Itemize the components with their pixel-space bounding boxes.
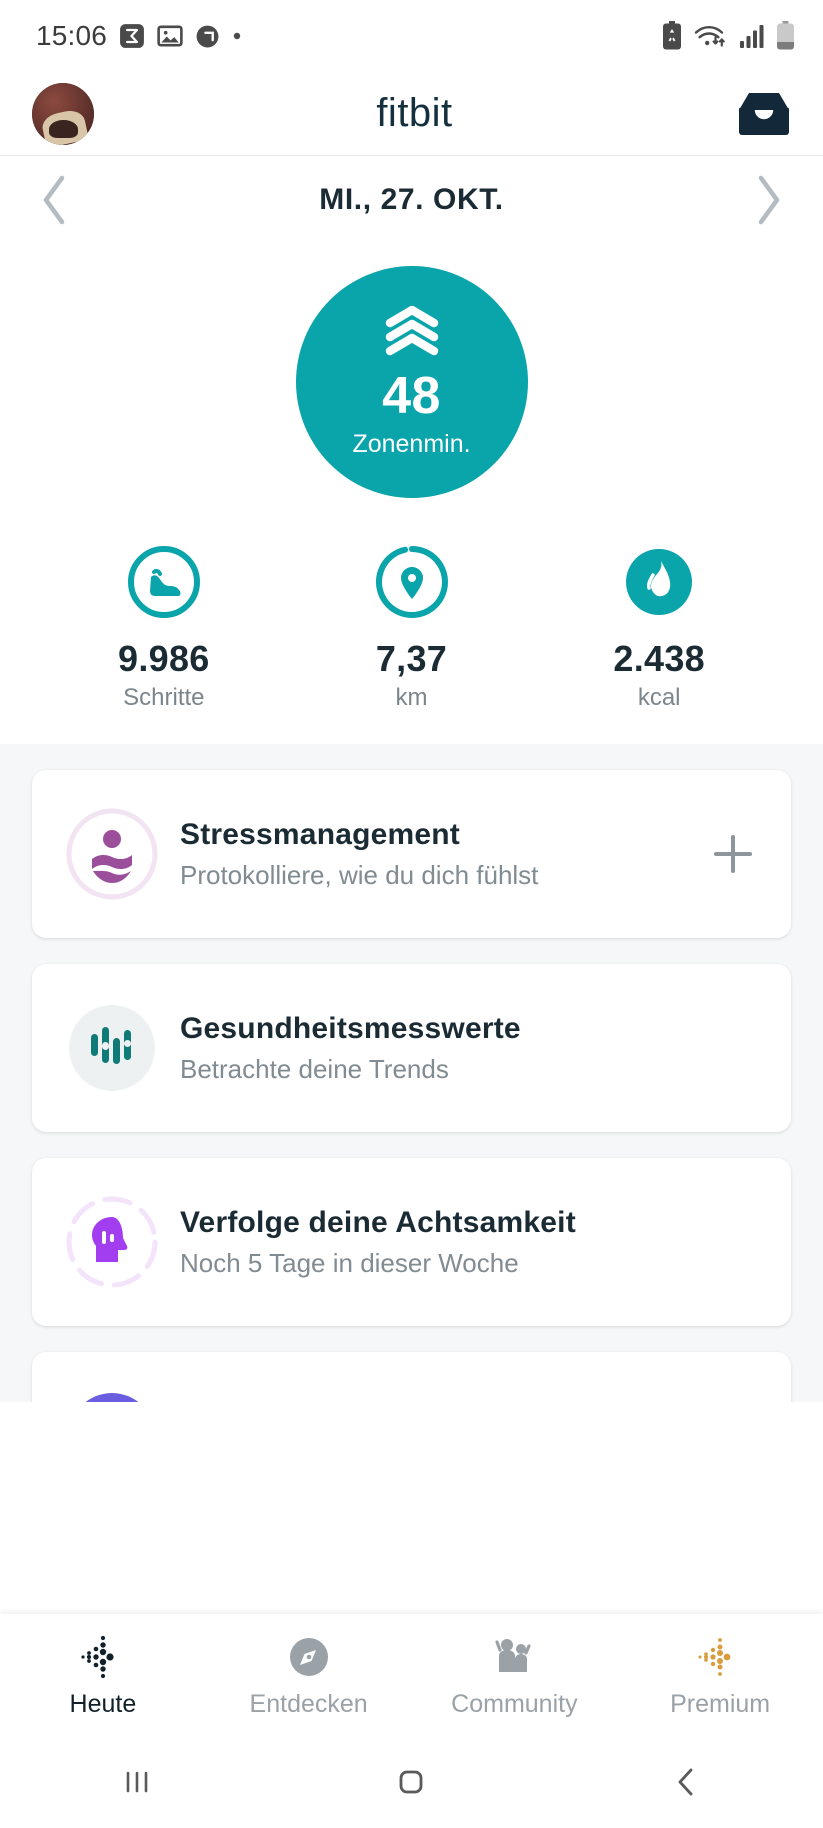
flame-icon	[619, 540, 699, 624]
shoe-icon	[124, 540, 204, 624]
card-title: Stressmanagement	[180, 817, 460, 851]
hero-section: 48 Zonenmin.	[0, 244, 823, 498]
page-title: fitbit	[376, 91, 453, 135]
active-zone-chevrons-icon	[385, 305, 438, 355]
tab-label: Heute	[69, 1689, 137, 1718]
current-date: MI., 27. OKT.	[319, 183, 504, 216]
signal-bars-icon	[740, 25, 764, 48]
mindfulness-head-icon	[58, 1188, 166, 1296]
inbox-icon[interactable]	[735, 90, 793, 138]
stat-value: 2.438	[613, 638, 705, 679]
stats-row: 9.986 Schritte 7,37 km 2.438 kcal	[0, 498, 823, 712]
dot-indicator-icon	[233, 32, 241, 40]
card-achtsamkeit[interactable]: Verfolge deine Achtsamkeit Noch 5 Tage i…	[32, 1158, 791, 1326]
sigma-notification-icon	[120, 24, 144, 48]
card-list: Stressmanagement Protokolliere, wie du d…	[0, 744, 823, 1402]
card-subtitle: Protokolliere, wie du dich fühlst	[180, 859, 539, 890]
card-stressmanagement[interactable]: Stressmanagement Protokolliere, wie du d…	[32, 770, 791, 938]
zone-minutes-circle[interactable]: 48 Zonenmin.	[295, 266, 528, 498]
stat-value: 9.986	[118, 638, 210, 679]
back-button[interactable]	[626, 1752, 746, 1812]
tab-community[interactable]: Community	[412, 1632, 618, 1719]
tab-premium[interactable]: Premium	[617, 1632, 823, 1719]
status-bar-right	[661, 21, 795, 51]
prev-day-button[interactable]	[40, 174, 70, 226]
stat-value: 7,37	[375, 638, 448, 679]
stat-steps[interactable]: 9.986 Schritte	[40, 540, 288, 712]
avatar-shape-2	[49, 119, 78, 139]
battery-saver-icon	[663, 21, 681, 50]
card-subtitle: Noch 5 Tage in dieser Woche	[180, 1247, 519, 1278]
status-time: 15:06	[36, 20, 108, 51]
compass-icon	[285, 1632, 333, 1682]
health-metrics-bars-icon	[58, 994, 166, 1102]
zone-minutes-value: 48	[382, 366, 441, 425]
tab-heute[interactable]: Heute	[0, 1632, 206, 1719]
card-text: Verfolge deine Achtsamkeit Noch 5 Tage i…	[166, 1206, 761, 1279]
stat-calories[interactable]: 2.438 kcal	[535, 540, 783, 712]
card-subtitle: Betrachte deine Trends	[180, 1053, 449, 1084]
card-gesundheitsmesswerte[interactable]: Gesundheitsmesswerte Betrachte deine Tre…	[32, 964, 791, 1132]
card-partially-visible[interactable]	[32, 1352, 791, 1402]
status-bar: 15:06	[0, 0, 823, 72]
app-header: fitbit	[0, 72, 823, 156]
image-notification-icon	[157, 25, 183, 47]
card-title: Verfolge deine Achtsamkeit	[180, 1205, 576, 1239]
card-text: Gesundheitsmesswerte Betrachte deine Tre…	[166, 1012, 761, 1085]
partial-card-icon	[58, 1382, 166, 1402]
home-button[interactable]	[351, 1752, 471, 1812]
date-navigation: MI., 27. OKT.	[0, 156, 823, 244]
card-title: Gesundheitsmesswerte	[180, 1011, 521, 1045]
tab-label: Entdecken	[249, 1689, 368, 1718]
stat-label: Schritte	[123, 684, 205, 711]
circle-notification-icon	[196, 25, 219, 47]
stat-label: km	[395, 684, 428, 711]
fitbit-dots-icon	[78, 1632, 128, 1682]
next-day-button[interactable]	[753, 174, 783, 226]
location-pin-icon	[372, 540, 452, 624]
meditation-figure-icon	[58, 800, 166, 908]
zone-minutes-label: Zonenmin.	[352, 429, 471, 458]
bottom-tab-bar: Heute Entdecken Community Premium	[0, 1614, 823, 1736]
recents-button[interactable]	[77, 1752, 197, 1812]
battery-icon	[777, 21, 794, 50]
tab-label: Premium	[670, 1689, 771, 1718]
stat-label: kcal	[637, 684, 681, 711]
stat-distance[interactable]: 7,37 km	[288, 540, 536, 712]
wifi-icon	[694, 25, 725, 47]
avatar[interactable]	[32, 82, 94, 145]
premium-dots-icon	[695, 1632, 745, 1682]
card-text: Stressmanagement Protokolliere, wie du d…	[166, 818, 705, 891]
people-icon	[490, 1632, 538, 1682]
android-system-nav	[0, 1736, 823, 1828]
add-log-button[interactable]	[705, 826, 761, 882]
status-bar-left: 15:06	[36, 20, 242, 52]
tab-entdecken[interactable]: Entdecken	[206, 1632, 412, 1719]
tab-label: Community	[451, 1689, 578, 1718]
